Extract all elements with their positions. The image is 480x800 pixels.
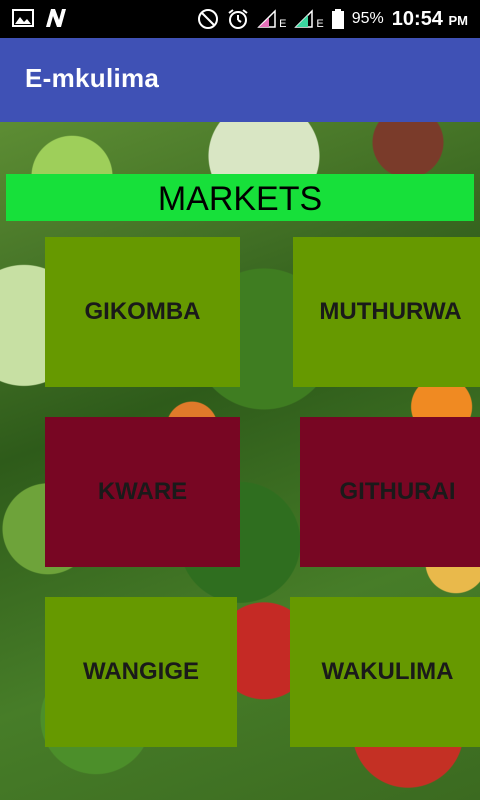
network-type-2: E <box>316 18 324 30</box>
vegetables-background: MARKETS GIKOMBA MUTHURWA KWARE GITHURAI … <box>0 122 480 800</box>
app-bar: E-mkulima <box>0 38 480 122</box>
n-app-icon <box>46 9 66 27</box>
market-button-wakulima[interactable]: WAKULIMA <box>290 597 480 747</box>
app-title: E-mkulima <box>25 63 160 93</box>
battery-icon <box>331 9 344 29</box>
screen: E E 95% 10:54 PM E-mkulima MARKETS GIKOM… <box>0 0 480 800</box>
clock: 10:54 PM <box>392 8 468 31</box>
status-left-icons <box>12 7 68 29</box>
alarm-icon <box>228 9 248 29</box>
battery-percent: 95% <box>351 10 384 27</box>
signal-icon-2 <box>294 9 314 28</box>
market-button-kware[interactable]: KWARE <box>45 417 240 567</box>
status-right: E E 95% 10:54 PM <box>197 0 468 38</box>
network-type-1: E <box>279 18 287 30</box>
market-button-muthurwa[interactable]: MUTHURWA <box>293 237 480 387</box>
do-not-disturb-icon <box>198 9 219 29</box>
markets-banner: MARKETS <box>6 174 474 221</box>
clock-ampm: PM <box>448 12 469 28</box>
signal-icon-1 <box>257 9 276 28</box>
market-button-wangige[interactable]: WANGIGE <box>45 597 237 747</box>
clock-time: 10:54 <box>391 7 443 30</box>
market-button-gikomba[interactable]: GIKOMBA <box>45 237 240 387</box>
status-bar: E E 95% 10:54 PM <box>0 0 480 38</box>
image-icon <box>12 9 34 27</box>
market-button-githurai[interactable]: GITHURAI <box>300 417 480 567</box>
